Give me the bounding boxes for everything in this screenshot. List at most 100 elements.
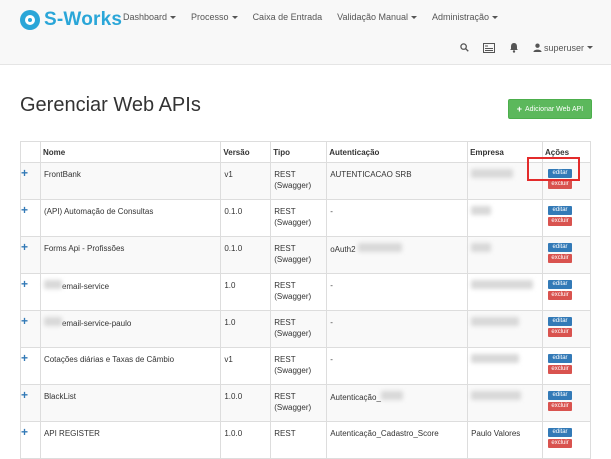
chevron-down-icon bbox=[170, 16, 177, 20]
redacted-text bbox=[357, 243, 402, 252]
user-icon bbox=[533, 43, 542, 52]
delete-button[interactable]: excluir bbox=[548, 217, 573, 226]
api-auth: - bbox=[330, 281, 333, 290]
api-company bbox=[471, 391, 522, 400]
api-auth: Autenticação_ bbox=[330, 393, 381, 402]
header-autenticacao[interactable]: Autenticação bbox=[326, 141, 469, 163]
main-menu: Dashboard Processo Caixa de Entrada Vali… bbox=[123, 12, 513, 22]
expand-row[interactable]: + bbox=[20, 236, 41, 274]
nav-dashboard[interactable]: Dashboard bbox=[123, 12, 177, 22]
delete-button[interactable]: excluir bbox=[548, 439, 573, 448]
api-name: FrontBank bbox=[43, 170, 81, 179]
expand-row[interactable]: + bbox=[20, 421, 41, 459]
api-name: email-service bbox=[61, 282, 110, 291]
header-tipo[interactable]: Tipo bbox=[270, 141, 328, 163]
delete-button[interactable]: excluir bbox=[548, 254, 573, 263]
expand-row[interactable]: + bbox=[20, 384, 41, 422]
plus-icon: + bbox=[21, 351, 29, 365]
edit-button[interactable]: editar bbox=[548, 354, 573, 363]
top-navbar: S-Works Dashboard Processo Caixa de Entr… bbox=[0, 0, 611, 65]
redacted-text bbox=[380, 391, 403, 400]
api-company bbox=[471, 243, 492, 252]
table-row: + Cotações diárias e Taxas de Câmbio v1 … bbox=[20, 347, 591, 385]
inbox-icon[interactable] bbox=[482, 42, 495, 53]
api-company bbox=[471, 206, 492, 215]
table-row: + API REGISTER 1.0.0 REST Autenticação_C… bbox=[20, 421, 591, 459]
plus-icon: + bbox=[21, 277, 29, 291]
redacted-text bbox=[43, 317, 62, 326]
expand-row[interactable]: + bbox=[20, 199, 41, 237]
api-name: email-service-paulo bbox=[61, 319, 132, 328]
chevron-down-icon bbox=[411, 16, 417, 20]
nav-caixa-label: Caixa de Entrada bbox=[252, 12, 323, 22]
api-name: API REGISTER bbox=[43, 429, 100, 438]
user-name: superuser bbox=[543, 42, 584, 53]
table-header-row: Nome Versão Tipo Autenticação Empresa Aç… bbox=[20, 141, 591, 163]
plus-icon: + bbox=[516, 104, 522, 114]
nav-administracao[interactable]: Administração bbox=[432, 12, 499, 22]
navbar-right: superuser bbox=[446, 42, 593, 53]
highlight-box bbox=[527, 157, 580, 181]
delete-button[interactable]: excluir bbox=[548, 365, 573, 374]
edit-button[interactable]: editar bbox=[548, 280, 573, 289]
add-web-api-label: Adicionar Web API bbox=[525, 105, 584, 113]
nav-processo[interactable]: Processo bbox=[191, 12, 238, 22]
plus-icon: + bbox=[21, 203, 29, 217]
header-versao[interactable]: Versão bbox=[220, 141, 272, 163]
add-web-api-button[interactable]: + Adicionar Web API bbox=[508, 99, 592, 119]
edit-button[interactable]: editar bbox=[548, 206, 573, 215]
nav-validacao-manual[interactable]: Validação Manual bbox=[337, 12, 417, 22]
api-version: v1 bbox=[224, 170, 233, 179]
expand-row[interactable]: + bbox=[20, 273, 41, 311]
plus-icon: + bbox=[21, 240, 29, 254]
api-auth: - bbox=[330, 207, 333, 216]
logo-icon bbox=[20, 10, 40, 30]
delete-button[interactable]: excluir bbox=[548, 291, 573, 300]
edit-button[interactable]: editar bbox=[548, 243, 573, 252]
brand-logo[interactable]: S-Works bbox=[20, 8, 122, 32]
plus-icon: + bbox=[21, 425, 29, 439]
api-auth: oAuth2 bbox=[330, 245, 356, 254]
api-auth: AUTENTICACAO SRB bbox=[330, 170, 412, 179]
nav-dashboard-label: Dashboard bbox=[123, 12, 168, 22]
api-version: 0.1.0 bbox=[224, 244, 243, 253]
api-type: REST (Swagger) bbox=[274, 355, 312, 375]
nav-caixa-de-entrada[interactable]: Caixa de Entrada bbox=[253, 12, 323, 22]
api-version: 1.0 bbox=[224, 318, 236, 327]
edit-button[interactable]: editar bbox=[548, 391, 573, 400]
nav-validacao-label: Validação Manual bbox=[337, 12, 408, 22]
api-type: REST (Swagger) bbox=[274, 244, 312, 264]
table-row: + BlackList 1.0.0 REST (Swagger) Autenti… bbox=[20, 384, 591, 422]
api-type: REST bbox=[274, 429, 296, 438]
edit-button[interactable]: editar bbox=[548, 317, 573, 326]
expand-row[interactable]: + bbox=[20, 347, 41, 385]
delete-button[interactable]: excluir bbox=[548, 180, 573, 189]
api-auth: - bbox=[330, 355, 333, 364]
api-type: REST (Swagger) bbox=[274, 318, 312, 338]
chevron-down-icon bbox=[587, 46, 593, 49]
api-auth: - bbox=[330, 318, 333, 327]
api-name: BlackList bbox=[43, 392, 76, 401]
delete-button[interactable]: excluir bbox=[548, 328, 573, 337]
expand-row[interactable]: + bbox=[20, 310, 41, 348]
api-type: REST (Swagger) bbox=[274, 207, 312, 227]
api-version: v1 bbox=[224, 355, 233, 364]
api-type: REST (Swagger) bbox=[274, 170, 312, 190]
bell-icon[interactable] bbox=[509, 42, 519, 53]
expand-row[interactable]: + bbox=[20, 162, 41, 200]
api-type: REST (Swagger) bbox=[274, 281, 312, 301]
web-apis-table: Nome Versão Tipo Autenticação Empresa Aç… bbox=[20, 141, 591, 459]
api-name: Cotações diárias e Taxas de Câmbio bbox=[43, 355, 175, 364]
header-expand bbox=[20, 141, 41, 163]
plus-icon: + bbox=[21, 166, 29, 180]
user-menu[interactable]: superuser bbox=[533, 43, 593, 53]
table-row: + email-service-paulo 1.0 REST (Swagger)… bbox=[20, 310, 591, 348]
plus-icon: + bbox=[21, 314, 29, 328]
search-icon[interactable] bbox=[460, 43, 469, 52]
header-nome[interactable]: Nome bbox=[39, 141, 222, 163]
api-company bbox=[471, 354, 520, 363]
delete-button[interactable]: excluir bbox=[548, 402, 573, 411]
table-row: + FrontBank v1 REST (Swagger) AUTENTICAC… bbox=[20, 162, 591, 200]
redacted-text bbox=[43, 280, 62, 289]
api-version: 1.0.0 bbox=[224, 429, 243, 438]
